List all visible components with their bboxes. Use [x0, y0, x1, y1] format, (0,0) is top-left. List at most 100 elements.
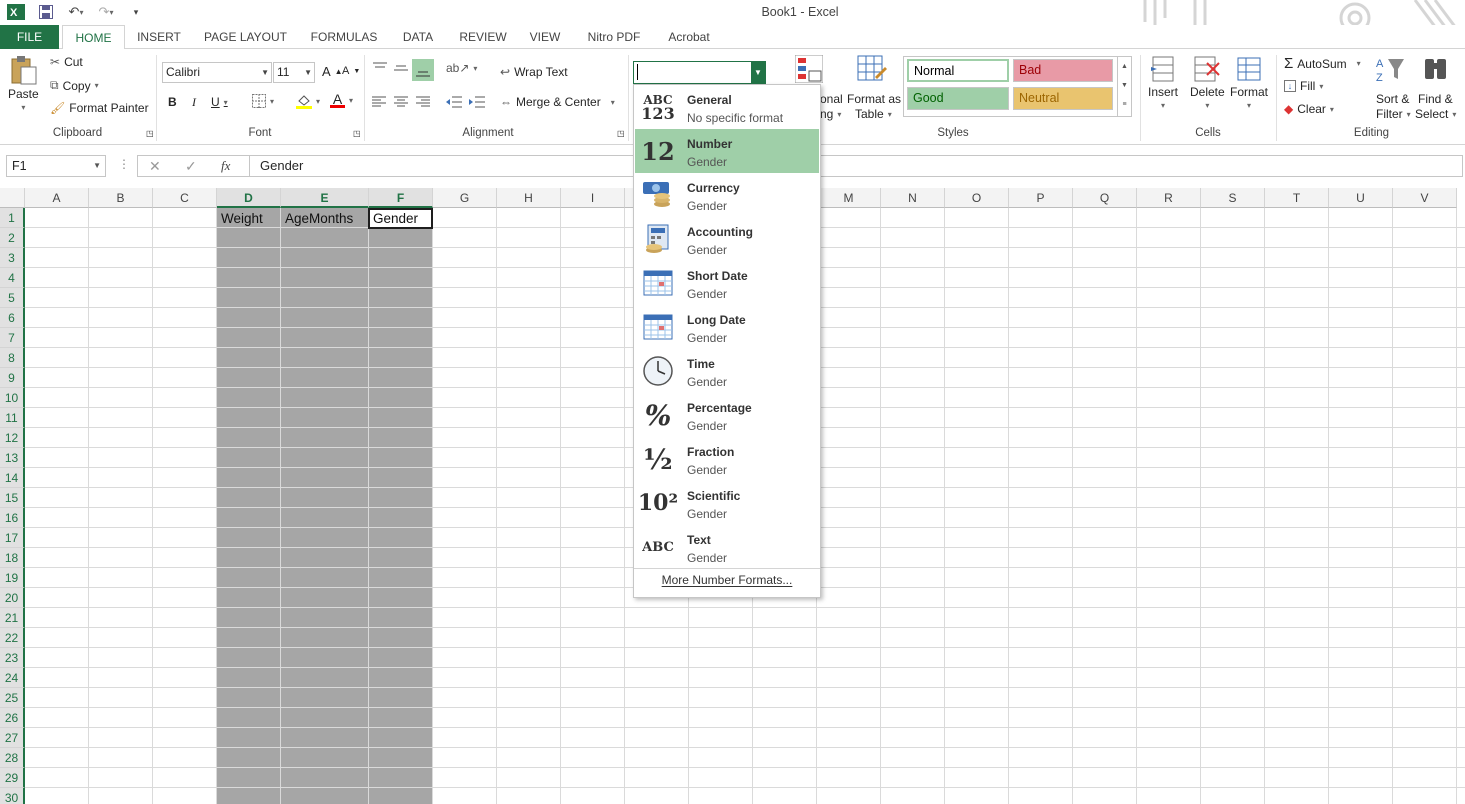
row-header-16[interactable]: 16 [0, 508, 25, 528]
column-header-n[interactable]: N [881, 188, 945, 208]
row-header-6[interactable]: 6 [0, 308, 25, 328]
cell-f1[interactable]: Gender [369, 209, 433, 228]
row-header-25[interactable]: 25 [0, 688, 25, 708]
format-option-text[interactable]: ABC Text Gender [635, 525, 819, 569]
row-header-21[interactable]: 21 [0, 608, 25, 628]
row-header-8[interactable]: 8 [0, 348, 25, 368]
row-header-2[interactable]: 2 [0, 228, 25, 248]
column-header-s[interactable]: S [1201, 188, 1265, 208]
style-neutral[interactable]: Neutral [1013, 87, 1113, 110]
row-header-7[interactable]: 7 [0, 328, 25, 348]
column-header-q[interactable]: Q [1073, 188, 1137, 208]
underline-button[interactable]: U ▾ [211, 95, 228, 109]
row-header-29[interactable]: 29 [0, 768, 25, 788]
tab-nitro-pdf[interactable]: Nitro PDF [580, 25, 648, 49]
align-left-button[interactable] [372, 96, 386, 108]
cut-button[interactable]: ✂ Cut [50, 55, 83, 69]
clear-button[interactable]: ◆ Clear ▾ [1284, 102, 1334, 116]
font-size-combo[interactable]: 11 ▼ [273, 62, 315, 83]
row-header-3[interactable]: 3 [0, 248, 25, 268]
clipboard-launcher-icon[interactable]: ◳ [146, 129, 154, 138]
font-launcher-icon[interactable]: ◳ [353, 129, 361, 138]
orientation-button[interactable]: ab↗ ▾ [446, 61, 477, 75]
format-painter-button[interactable]: 🖌 Format Painter [50, 101, 149, 115]
gallery-scroll[interactable]: ▲ ▼ ≡ [1117, 57, 1131, 116]
bottom-align-button[interactable] [412, 59, 434, 81]
increase-indent-button[interactable] [469, 96, 485, 108]
format-as-table-label-1[interactable]: Format as [847, 92, 901, 106]
middle-align-button[interactable] [393, 61, 409, 75]
format-option-currency[interactable]: Currency Gender [635, 173, 819, 217]
row-header-27[interactable]: 27 [0, 728, 25, 748]
format-option-number[interactable]: 12 Number Gender [635, 129, 819, 173]
row-header-11[interactable]: 11 [0, 408, 25, 428]
row-header-19[interactable]: 19 [0, 568, 25, 588]
merge-center-button[interactable]: ⇔ Merge & Center ▾ [500, 95, 615, 109]
conditional-formatting-label-2[interactable]: ng ▾ [820, 107, 841, 121]
font-name-combo[interactable]: Calibri ▼ [162, 62, 272, 83]
column-header-r[interactable]: R [1137, 188, 1201, 208]
borders-button[interactable]: ▾ [252, 94, 274, 108]
format-option-scientific[interactable]: 10² Scientific Gender [635, 481, 819, 525]
shrink-font-button[interactable]: A ▼ [342, 65, 360, 77]
more-number-formats-link[interactable]: More Number Formats... [634, 573, 820, 587]
format-as-table-icon[interactable] [857, 55, 887, 85]
alignment-launcher-icon[interactable]: ◳ [617, 129, 625, 138]
format-as-table-label-2[interactable]: Table ▾ [855, 107, 892, 121]
row-header-13[interactable]: 13 [0, 448, 25, 468]
column-header-e[interactable]: E [281, 188, 369, 208]
format-option-accounting[interactable]: Accounting Gender [635, 217, 819, 261]
fill-color-button[interactable]: ▾ [296, 93, 320, 109]
format-option-short-date[interactable]: Short Date Gender [635, 261, 819, 305]
column-header-p[interactable]: P [1009, 188, 1073, 208]
row-header-30[interactable]: 30 [0, 788, 25, 804]
delete-cells-button[interactable]: Delete ▾ [1190, 55, 1225, 110]
format-option-time[interactable]: Time Gender [635, 349, 819, 393]
select-all-corner[interactable] [0, 188, 25, 208]
column-header-u[interactable]: U [1329, 188, 1393, 208]
row-header-18[interactable]: 18 [0, 548, 25, 568]
fill-button[interactable]: ↓ Fill ▾ [1284, 79, 1323, 93]
column-header-o[interactable]: O [945, 188, 1009, 208]
enter-check-icon[interactable]: ✓ [185, 158, 197, 175]
find-select-label-1[interactable]: Find & [1418, 92, 1453, 106]
column-header-a[interactable]: A [25, 188, 89, 208]
tab-home[interactable]: HOME [62, 25, 125, 50]
cell-d1[interactable]: Weight [217, 209, 281, 228]
row-header-24[interactable]: 24 [0, 668, 25, 688]
chevron-down-icon[interactable]: ▼ [751, 62, 765, 83]
row-header-23[interactable]: 23 [0, 648, 25, 668]
italic-button[interactable]: I [192, 95, 196, 110]
column-header-f[interactable]: F [369, 188, 433, 208]
find-select-icon[interactable] [1422, 55, 1450, 83]
wrap-text-button[interactable]: ↩ Wrap Text [500, 65, 568, 79]
format-option-general[interactable]: ABC 123 General No specific format [635, 85, 819, 129]
tab-file[interactable]: FILE [0, 25, 59, 49]
column-header-g[interactable]: G [433, 188, 497, 208]
row-header-4[interactable]: 4 [0, 268, 25, 288]
row-header-14[interactable]: 14 [0, 468, 25, 488]
row-header-20[interactable]: 20 [0, 588, 25, 608]
style-good[interactable]: Good [907, 87, 1009, 110]
row-header-17[interactable]: 17 [0, 528, 25, 548]
bold-button[interactable]: B [168, 95, 177, 109]
sort-filter-label-1[interactable]: Sort & [1376, 92, 1409, 106]
insert-cells-button[interactable]: Insert ▾ [1148, 55, 1178, 110]
align-center-button[interactable] [394, 96, 408, 108]
conditional-formatting-label-1[interactable]: onal [820, 92, 843, 106]
row-header-22[interactable]: 22 [0, 628, 25, 648]
tab-view[interactable]: VIEW [522, 25, 568, 49]
copy-button[interactable]: ⧉ Copy ▾ [50, 78, 99, 93]
column-header-t[interactable]: T [1265, 188, 1329, 208]
format-cells-button[interactable]: Format ▾ [1230, 55, 1268, 110]
font-color-button[interactable]: A ▾ [330, 92, 353, 108]
name-box[interactable]: F1 ▼ [6, 155, 106, 177]
column-header-m[interactable]: M [817, 188, 881, 208]
tab-acrobat[interactable]: Acrobat [660, 25, 718, 49]
top-align-button[interactable] [372, 61, 388, 75]
conditional-formatting-icon[interactable] [795, 55, 823, 83]
row-header-9[interactable]: 9 [0, 368, 25, 388]
cell-e1[interactable]: AgeMonths [281, 209, 369, 228]
formula-bar-splitter-icon[interactable]: ⋮ [118, 157, 130, 171]
format-option-percentage[interactable]: % Percentage Gender [635, 393, 819, 437]
